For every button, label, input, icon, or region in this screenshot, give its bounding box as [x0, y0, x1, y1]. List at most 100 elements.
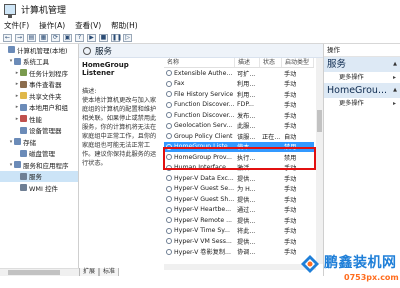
watermark-logo-icon: [301, 255, 319, 273]
service-name: Function Discover...: [174, 111, 235, 119]
tree-item[interactable]: 设备管理器: [0, 125, 78, 137]
service-startup-cell: 手动: [284, 217, 297, 225]
properties-button[interactable]: ▦: [39, 33, 48, 42]
table-row[interactable]: File History Service 利用... 手动: [164, 89, 314, 100]
column-status[interactable]: 状态: [260, 58, 282, 67]
tree-node-icon: [8, 46, 15, 54]
collapse-icon[interactable]: ▲: [393, 57, 397, 72]
table-row[interactable]: Hyper-V Remote ... 提供... 手动: [164, 215, 314, 226]
tree-item[interactable]: 服务: [0, 170, 78, 182]
service-startup-cell: 手动: [284, 123, 297, 131]
tree-item[interactable]: ▾ 服务和应用程序: [0, 159, 78, 171]
tree-item-label: 事件查看器: [29, 81, 62, 90]
table-row[interactable]: Hyper-V Guest Sh... 提供... 手动: [164, 194, 314, 205]
service-description-cell: 提供...: [237, 175, 256, 183]
refresh-button[interactable]: ⟳: [51, 33, 60, 42]
table-row[interactable]: Group Policy Client 该服... 正在... 自动: [164, 131, 314, 142]
service-description-cell: 通过...: [237, 207, 256, 215]
menu-help[interactable]: 帮助(H): [111, 20, 138, 31]
services-vertical-scrollbar[interactable]: [316, 58, 323, 264]
more-actions-link[interactable]: 更多操作: [324, 98, 400, 109]
collapse-icon[interactable]: ▲: [393, 83, 397, 98]
tree-item[interactable]: ▸ 共享文件夹: [0, 90, 78, 102]
services-gear-icon: [83, 46, 91, 55]
pane-title: 服务: [95, 46, 113, 57]
show-tree-button[interactable]: ▤: [27, 33, 36, 42]
table-row[interactable]: Hyper-V Data Exc... 提供... 手动: [164, 173, 314, 184]
menu-file[interactable]: 文件(F): [4, 20, 29, 31]
service-name-cell: Hyper-V Remote ...: [164, 217, 235, 224]
table-row[interactable]: Hyper-V Heartbe... 通过... 手动: [164, 205, 314, 216]
tree-item-label: 性能: [29, 115, 42, 124]
service-description-cell: 为 H...: [237, 186, 256, 194]
watermark-url: 0753px.com: [344, 273, 399, 282]
service-startup-cell: 手动: [284, 91, 297, 99]
column-startup-type[interactable]: 启动类型: [282, 58, 314, 67]
service-description-cell: 利用...: [237, 91, 256, 99]
service-gear-icon: [166, 101, 172, 108]
tree-node-icon: [14, 57, 21, 65]
tree-item[interactable]: ▸ 任务计划程序: [0, 67, 78, 79]
table-row[interactable]: Function Discover... FDP... 手动: [164, 100, 314, 111]
table-row[interactable]: Function Discover... 发布... 手动: [164, 110, 314, 121]
forward-button[interactable]: →: [15, 33, 24, 42]
table-row[interactable]: Fax 利用... 手动: [164, 79, 314, 90]
service-name-cell: Group Policy Client: [164, 133, 235, 140]
table-row[interactable]: Geolocation Serv... 此服... 手动: [164, 121, 314, 132]
service-gear-icon: [166, 80, 172, 87]
stop-service-button[interactable]: ■: [99, 33, 108, 42]
resume-service-button[interactable]: ▷: [123, 33, 132, 42]
export-button[interactable]: ▣: [63, 33, 72, 42]
service-description-cell: 利用...: [237, 81, 256, 89]
tree-item[interactable]: 磁盘管理: [0, 148, 78, 160]
service-name-cell: Hyper-V Guest Sh...: [164, 196, 235, 203]
table-row[interactable]: Extensible Authe... 可扩... 手动: [164, 68, 314, 79]
tree-node-icon: [20, 80, 27, 88]
table-row[interactable]: Hyper-V Time Sy... 将此... 手动: [164, 226, 314, 237]
tree-item[interactable]: 计算机管理(本地): [0, 44, 78, 56]
service-name-cell: Hyper-V Guest Se...: [164, 185, 235, 192]
service-startup-cell: 手动: [284, 186, 297, 194]
navigation-tree: 计算机管理(本地) ▾ 系统工具 ▸ 任务计划程序 ▸ 事件查看器 ▸ 共享文件夹 ▸ 本地用户和组…: [0, 44, 79, 276]
tree-item-label: 服务: [29, 173, 42, 182]
start-service-button[interactable]: ▶: [87, 33, 96, 42]
tree-node-icon: [20, 126, 27, 134]
services-horizontal-scrollbar[interactable]: [164, 264, 316, 270]
service-name: Hyper-V Guest Sh...: [174, 195, 235, 203]
service-gear-icon: [166, 206, 172, 213]
service-description-cell: FDP...: [237, 101, 254, 109]
pause-service-button[interactable]: ❚❚: [111, 33, 122, 42]
tree-item[interactable]: WMI 控件: [0, 182, 78, 194]
tree-node-icon: [20, 103, 27, 111]
more-actions-link[interactable]: 更多操作: [324, 72, 400, 83]
watermark: 鹏鑫装机网 0753px.com: [300, 252, 400, 288]
service-gear-icon: [166, 185, 172, 192]
actions-group-services[interactable]: 服务 ▲: [324, 57, 400, 72]
column-description[interactable]: 描述: [235, 58, 260, 67]
tree-item[interactable]: ▸ 事件查看器: [0, 79, 78, 91]
service-name-cell: Function Discover...: [164, 101, 235, 108]
table-row[interactable]: Hyper-V Guest Se... 为 H... 手动: [164, 184, 314, 195]
menu-action[interactable]: 操作(A): [39, 20, 65, 31]
column-name[interactable]: 名称: [164, 58, 235, 67]
table-row[interactable]: Hyper-V 卷影复制... 协调... 手动: [164, 247, 314, 258]
service-description-cell: 将此...: [237, 228, 256, 236]
service-gear-icon: [166, 196, 172, 203]
tree-item[interactable]: ▸ 性能: [0, 113, 78, 125]
table-row[interactable]: Hyper-V VM Sess... 提供... 手动: [164, 236, 314, 247]
tree-item[interactable]: ▾ 存储: [0, 136, 78, 148]
menu-view[interactable]: 查看(V): [75, 20, 101, 31]
actions-group-homegroup[interactable]: HomeGrou... ▲: [324, 83, 400, 98]
tree-item[interactable]: ▾ 系统工具: [0, 56, 78, 68]
service-name: File History Service: [174, 90, 234, 98]
help-button[interactable]: ?: [75, 33, 84, 42]
service-startup-cell: 手动: [284, 102, 297, 110]
service-name: Function Discover...: [174, 101, 235, 109]
tree-item-label: 计算机管理(本地): [17, 46, 68, 55]
actions-pane: 操作 服务 ▲ 更多操作 HomeGrou... ▲ 更多操作: [323, 44, 400, 276]
service-name-cell: File History Service: [164, 91, 235, 98]
service-description-cell: 提供...: [237, 217, 256, 225]
tree-item[interactable]: ▸ 本地用户和组: [0, 102, 78, 114]
back-button[interactable]: ←: [3, 33, 12, 42]
tree-horizontal-scrollbar[interactable]: [0, 268, 79, 276]
